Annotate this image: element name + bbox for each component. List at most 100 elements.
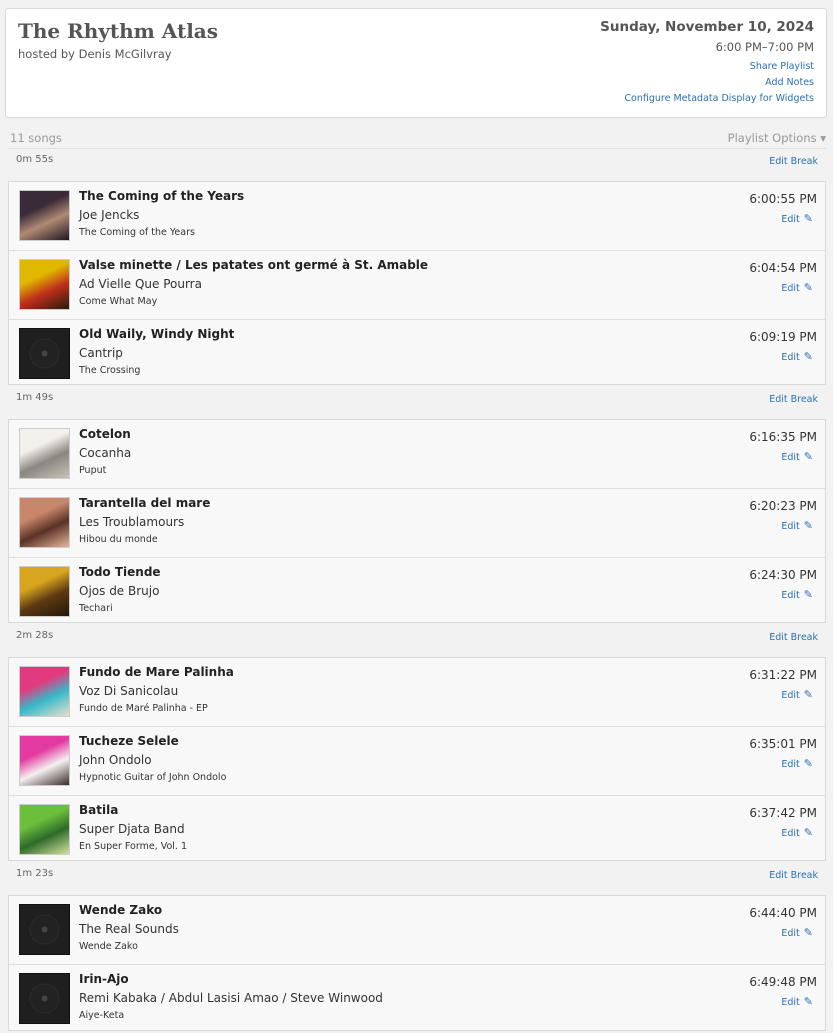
edit-label: Edit xyxy=(781,590,800,601)
share-playlist-link[interactable]: Share Playlist xyxy=(600,59,814,75)
edit-song-link[interactable]: Edit ✎ xyxy=(781,450,813,463)
song-group: Cotelon Cocanha Puput 6:16:35 PM Edit ✎ Tarant… xyxy=(8,419,826,623)
edit-song-link[interactable]: Edit ✎ xyxy=(781,757,813,770)
song-row: Irin-Ajo Remi Kabaka / Abdul Lasisi Amao … xyxy=(9,965,825,1033)
song-album: En Super Forme, Vol. 1 xyxy=(79,841,188,852)
album-art xyxy=(19,804,70,855)
song-artist: Joe Jencks xyxy=(79,208,140,222)
pencil-icon: ✎ xyxy=(803,757,813,770)
song-title: Fundo de Mare Palinha xyxy=(79,665,234,679)
song-group: The Coming of the Years Joe Jencks The Com… xyxy=(8,181,826,385)
edit-label: Edit xyxy=(781,283,800,294)
edit-song-link[interactable]: Edit ✎ xyxy=(781,281,813,294)
song-title: Cotelon xyxy=(79,427,131,441)
song-artist: Cocanha xyxy=(79,446,132,460)
song-row: Fundo de Mare Palinha Voz Di Sanicolau Fun… xyxy=(9,658,825,727)
song-timestamp: 6:35:01 PM xyxy=(749,737,817,751)
edit-song-link[interactable]: Edit ✎ xyxy=(781,212,813,225)
pencil-icon: ✎ xyxy=(803,826,813,839)
song-album: The Crossing xyxy=(79,365,141,376)
song-timestamp: 6:37:42 PM xyxy=(749,806,817,820)
song-title: Wende Zako xyxy=(79,903,163,917)
edit-song-link[interactable]: Edit ✎ xyxy=(781,350,813,363)
show-info: Sunday, November 10, 2024 6:00 PM–7:00 P… xyxy=(600,19,814,107)
song-row: Valse minette / Les patates ont germé à … xyxy=(9,251,825,320)
edit-break-link[interactable]: Edit Break xyxy=(769,632,818,643)
edit-break-link[interactable]: Edit Break xyxy=(769,394,818,405)
song-title: The Coming of the Years xyxy=(79,189,245,203)
song-artist: Voz Di Sanicolau xyxy=(79,684,179,698)
song-title: Valse minette / Les patates ont germé à … xyxy=(79,258,429,272)
song-row: Wende Zako The Real Sounds Wende Zako 6:44:… xyxy=(9,896,825,965)
song-artist: Ad Vielle Que Pourra xyxy=(79,277,202,291)
edit-label: Edit xyxy=(781,214,800,225)
edit-label: Edit xyxy=(781,997,800,1008)
add-notes-link[interactable]: Add Notes xyxy=(600,75,814,91)
song-title: Batila xyxy=(79,803,119,817)
song-title: Todo Tiende xyxy=(79,565,161,579)
pencil-icon: ✎ xyxy=(803,588,813,601)
show-host: hosted by Denis McGilvray xyxy=(18,47,172,61)
song-timestamp: 6:16:35 PM xyxy=(749,430,817,444)
edit-break-link[interactable]: Edit Break xyxy=(769,870,818,881)
song-row: Tucheze Selele John Ondolo Hypnotic Guitar… xyxy=(9,727,825,796)
song-artist: Remi Kabaka / Abdul Lasisi Amao / Steve … xyxy=(79,991,383,1005)
song-row: Old Waily, Windy Night Cantrip The Crossin… xyxy=(9,320,825,388)
edit-song-link[interactable]: Edit ✎ xyxy=(781,926,813,939)
break-duration: 0m 55s xyxy=(16,154,54,165)
edit-song-link[interactable]: Edit ✎ xyxy=(781,995,813,1008)
edit-song-link[interactable]: Edit ✎ xyxy=(781,688,813,701)
break-duration: 2m 28s xyxy=(16,630,54,641)
song-timestamp: 6:44:40 PM xyxy=(749,906,817,920)
album-art xyxy=(19,735,70,786)
song-row: Batila Super Djata Band En Super Forme, Vo… xyxy=(9,796,825,864)
song-album: Aiye-Keta xyxy=(79,1010,125,1021)
pencil-icon: ✎ xyxy=(803,350,813,363)
pencil-icon: ✎ xyxy=(803,212,813,225)
edit-song-link[interactable]: Edit ✎ xyxy=(781,519,813,532)
edit-song-link[interactable]: Edit ✎ xyxy=(781,826,813,839)
pencil-icon: ✎ xyxy=(803,688,813,701)
song-title: Old Waily, Windy Night xyxy=(79,327,235,341)
edit-break-link[interactable]: Edit Break xyxy=(769,156,818,167)
song-album: Hibou du monde xyxy=(79,534,158,545)
edit-label: Edit xyxy=(781,759,800,770)
song-row: The Coming of the Years Joe Jencks The Com… xyxy=(9,182,825,251)
album-art xyxy=(19,190,70,241)
edit-song-link[interactable]: Edit ✎ xyxy=(781,588,813,601)
song-row: Todo Tiende Ojos de Brujo Techari 6:24:30 P… xyxy=(9,558,825,626)
configure-metadata-link[interactable]: Configure Metadata Display for Widgets xyxy=(600,91,814,107)
song-count: 11 songs xyxy=(10,131,62,145)
song-album: Puput xyxy=(79,465,107,476)
break-row: 1m 23s Edit Break xyxy=(8,863,826,885)
edit-label: Edit xyxy=(781,690,800,701)
playlist-meta: 11 songs Playlist Options ▾ xyxy=(8,128,826,149)
song-timestamp: 6:04:54 PM xyxy=(749,261,817,275)
song-timestamp: 6:00:55 PM xyxy=(749,192,817,206)
song-title: Tucheze Selele xyxy=(79,734,179,748)
pencil-icon: ✎ xyxy=(803,926,813,939)
song-album: Come What May xyxy=(79,296,158,307)
pencil-icon: ✎ xyxy=(803,995,813,1008)
song-album: Techari xyxy=(79,603,113,614)
edit-label: Edit xyxy=(781,521,800,532)
pencil-icon: ✎ xyxy=(803,281,813,294)
show-date: Sunday, November 10, 2024 xyxy=(600,19,814,35)
song-artist: Ojos de Brujo xyxy=(79,584,160,598)
song-timestamp: 6:09:19 PM xyxy=(749,330,817,344)
header-links: Share Playlist Add Notes Configure Metad… xyxy=(600,59,814,107)
break-row: 1m 49s Edit Break xyxy=(8,387,826,409)
edit-label: Edit xyxy=(781,452,800,463)
vinyl-placeholder-art xyxy=(19,328,70,379)
song-album: The Coming of the Years xyxy=(79,227,195,238)
album-art xyxy=(19,566,70,617)
playlist-options-dropdown[interactable]: Playlist Options ▾ xyxy=(728,131,826,145)
vinyl-placeholder-art xyxy=(19,973,70,1024)
song-album: Hypnotic Guitar of John Ondolo xyxy=(79,772,227,783)
song-timestamp: 6:20:23 PM xyxy=(749,499,817,513)
song-group: Fundo de Mare Palinha Voz Di Sanicolau Fun… xyxy=(8,657,826,861)
song-group: Wende Zako The Real Sounds Wende Zako 6:44:… xyxy=(8,895,826,1031)
song-timestamp: 6:49:48 PM xyxy=(749,975,817,989)
song-artist: Cantrip xyxy=(79,346,123,360)
song-row: Cotelon Cocanha Puput 6:16:35 PM Edit ✎ xyxy=(9,420,825,489)
